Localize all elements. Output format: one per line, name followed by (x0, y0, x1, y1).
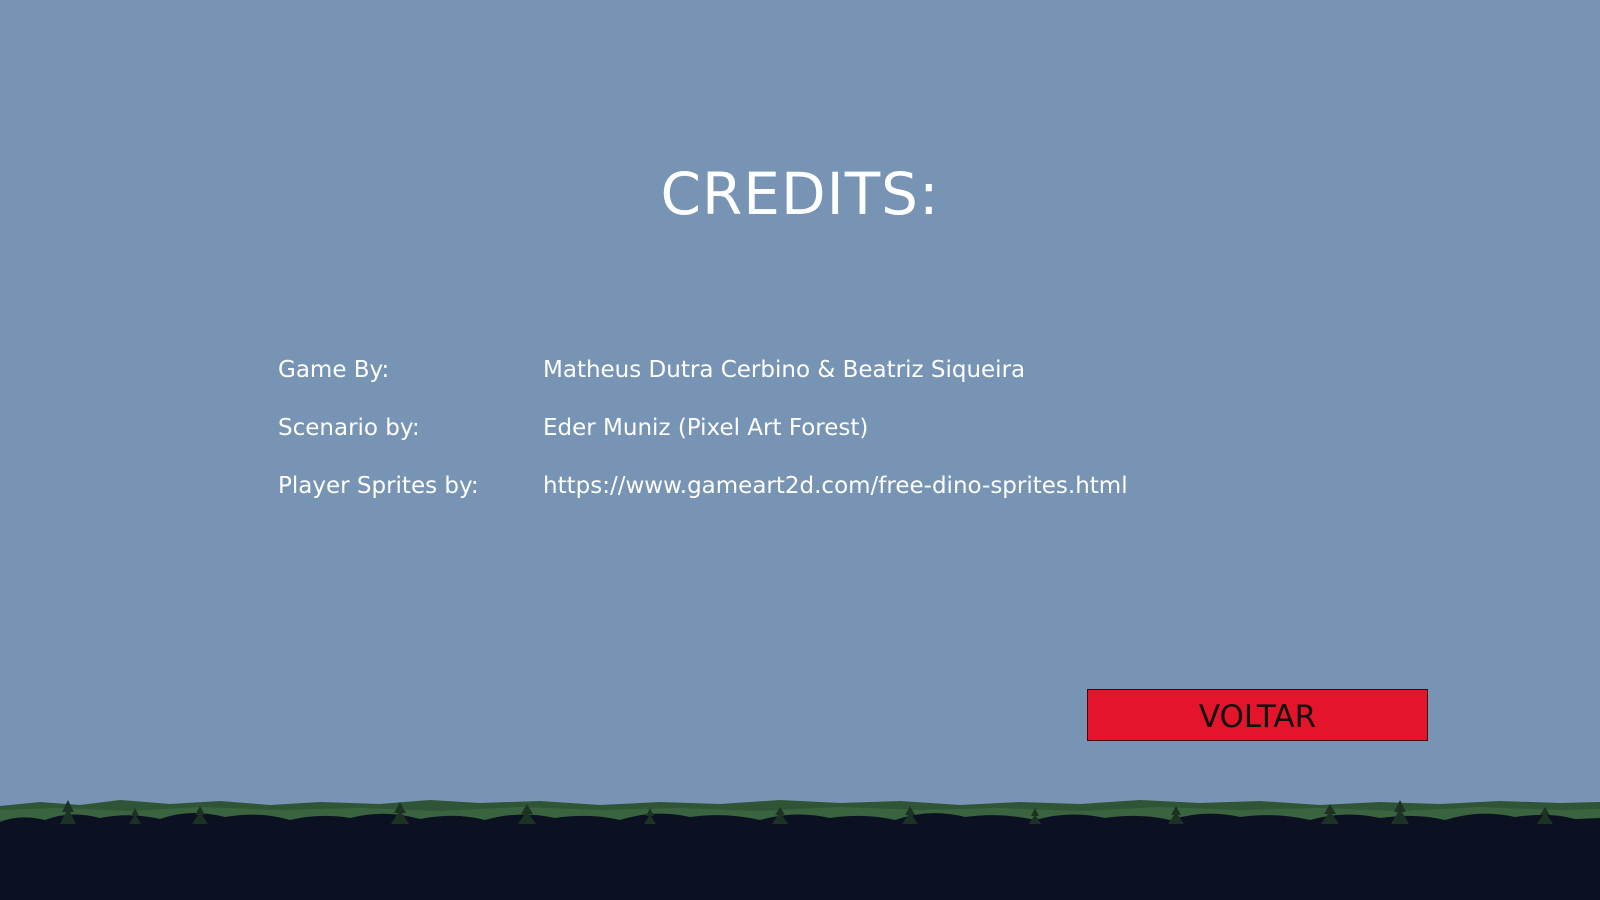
credits-title: CREDITS: (660, 160, 940, 228)
back-button[interactable]: VOLTAR (1087, 689, 1428, 741)
credit-value: Eder Muniz (Pixel Art Forest) (543, 415, 869, 441)
credits-screen: CREDITS: Game By: Matheus Dutra Cerbino … (0, 0, 1600, 900)
credit-value: https://www.gameart2d.com/free-dino-spri… (543, 473, 1128, 499)
credit-label: Scenario by: (278, 415, 420, 441)
forest-ground (0, 800, 1600, 900)
credit-value: Matheus Dutra Cerbino & Beatriz Siqueira (543, 357, 1026, 383)
credit-label: Player Sprites by: (278, 473, 479, 499)
dark-ground (0, 812, 1600, 900)
credit-label: Game By: (278, 357, 390, 383)
